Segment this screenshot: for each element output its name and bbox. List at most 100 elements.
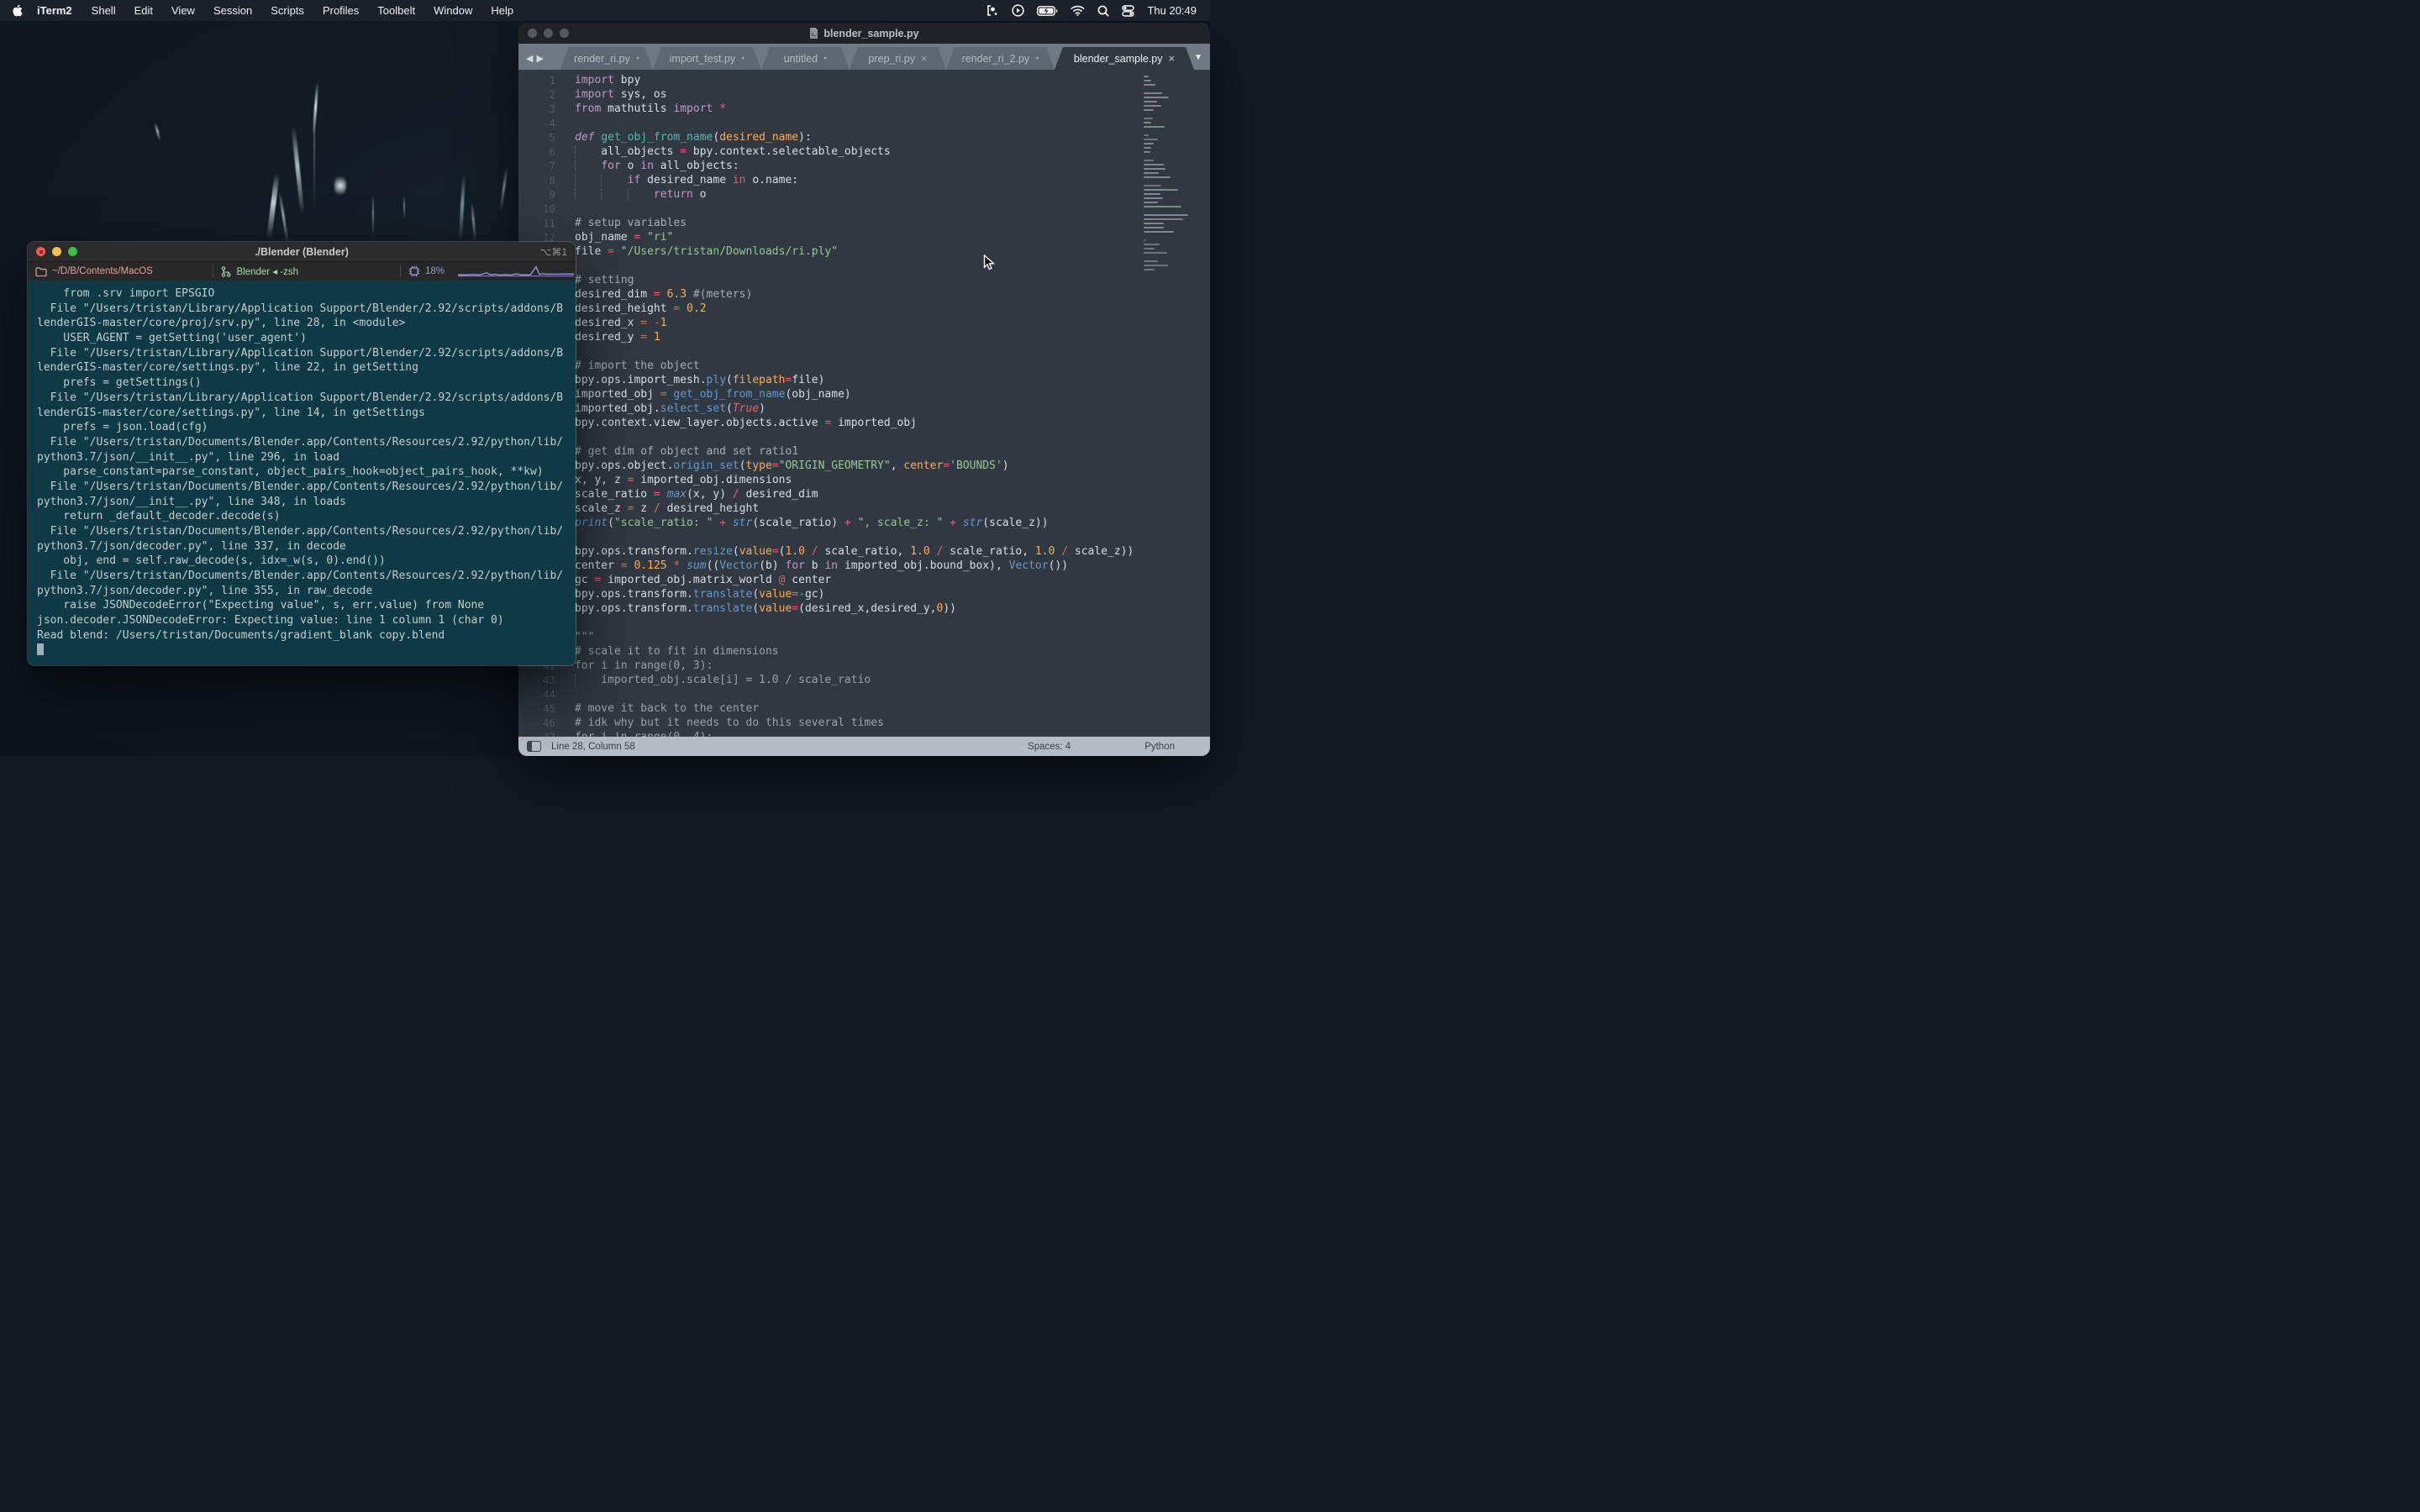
- code-line: 46# idk why but it needs to do this seve…: [518, 716, 1210, 730]
- code-line: 36gc = imported_obj.matrix_world @ cente…: [518, 573, 1210, 587]
- terminal-line: File "/Users/tristan/Documents/Blender.a…: [37, 569, 576, 584]
- tab-untitled[interactable]: untitled●: [761, 47, 850, 70]
- menu-view[interactable]: View: [162, 4, 204, 17]
- menu-shell[interactable]: Shell: [82, 4, 125, 17]
- code-line: 8 if desired_name in o.name:: [518, 173, 1210, 187]
- code-line: 30scale_ratio = max(x, y) / desired_dim: [518, 487, 1210, 501]
- code-line: 6 all_objects = bpy.context.selectable_o…: [518, 144, 1210, 159]
- menu-edit[interactable]: Edit: [125, 4, 162, 17]
- terminal-line: python3.7/json/decoder.py", line 337, in…: [37, 539, 576, 554]
- close-button[interactable]: [528, 29, 537, 38]
- code-line: 25bpy.context.view_layer.objects.active …: [518, 416, 1210, 430]
- menu-session[interactable]: Session: [204, 4, 261, 17]
- tabs: render_ri.py●import_test.py●untitled●pre…: [560, 47, 1194, 70]
- code-editor-surface[interactable]: 1import bpy2import sys, os3from mathutil…: [518, 70, 1210, 737]
- code-line: 40""": [518, 630, 1210, 644]
- terminal-line: prefs = getSettings(): [37, 375, 576, 391]
- wallpaper-streak: [154, 123, 161, 141]
- cursor-position: Line 28, Column 58: [551, 742, 635, 752]
- control-center-icon[interactable]: [1122, 5, 1134, 17]
- wifi-icon[interactable]: [1071, 5, 1085, 16]
- minimize-button[interactable]: [52, 247, 61, 256]
- code-line: 5def get_obj_from_name(desired_name):: [518, 130, 1210, 144]
- code-line: 42for i in range(0, 3):: [518, 659, 1210, 673]
- status-menu-icon[interactable]: [986, 5, 999, 16]
- file-icon: [809, 28, 818, 39]
- minimize-button[interactable]: [544, 29, 553, 38]
- code-line: 12obj_name = "ri": [518, 230, 1210, 244]
- code-line: 19desired_y = 1: [518, 330, 1210, 344]
- terminal-line: python3.7/json/__init__.py", line 296, i…: [37, 450, 576, 465]
- sidebar-toggle-icon[interactable]: [527, 741, 541, 752]
- terminal-line: File "/Users/tristan/Library/Application…: [37, 346, 576, 361]
- indentation-setting[interactable]: Spaces: 4: [1028, 742, 1071, 752]
- tab-close-icon[interactable]: ×: [921, 53, 928, 64]
- terminal-cursor: [37, 643, 44, 655]
- terminal-line: File "/Users/tristan/Library/Application…: [37, 302, 576, 317]
- tab-modified-dot[interactable]: ●: [741, 55, 744, 61]
- tab-import_test.py[interactable]: import_test.py●: [653, 47, 761, 70]
- working-directory[interactable]: ~/D/B/Contents/MacOS: [28, 266, 213, 276]
- terminal-prompt-row: [37, 643, 576, 659]
- battery-icon[interactable]: [1037, 6, 1058, 16]
- minimap[interactable]: [1144, 76, 1206, 273]
- code-line: 2import sys, os: [518, 87, 1210, 102]
- tab-modified-dot[interactable]: ●: [1035, 55, 1039, 61]
- editor-title-bar[interactable]: blender_sample.py: [518, 23, 1210, 44]
- spotlight-search-icon[interactable]: [1097, 5, 1109, 17]
- cpu-usage-indicator[interactable]: 18%: [401, 265, 576, 278]
- code-line: 29x, y, z = imported_obj.dimensions: [518, 473, 1210, 487]
- menu-window[interactable]: Window: [424, 4, 481, 17]
- terminal-output[interactable]: from .srv import EPSGIO File "/Users/tri…: [28, 281, 576, 665]
- terminal-line: lenderGIS-master/core/settings.py", line…: [37, 406, 576, 421]
- terminal-line: return _default_decoder.decode(s): [37, 509, 576, 524]
- menu-help[interactable]: Help: [481, 4, 523, 17]
- code-line: 22bpy.ops.import_mesh.ply(filepath=file): [518, 373, 1210, 387]
- tab-modified-dot[interactable]: ●: [823, 55, 827, 61]
- code-line: 20: [518, 344, 1210, 359]
- terminal-title-bar[interactable]: ./Blender (Blender) ⌥⌘1: [28, 242, 576, 261]
- code-line: 45# move it back to the center: [518, 701, 1210, 716]
- tab-close-icon[interactable]: ×: [1169, 53, 1176, 64]
- tab-blender_sample.py[interactable]: blender_sample.py×: [1055, 47, 1194, 70]
- close-button[interactable]: [36, 247, 45, 256]
- editor-window-title: blender_sample.py: [518, 28, 1210, 39]
- play-status-icon[interactable]: [1012, 4, 1024, 17]
- code-line: 28bpy.ops.object.origin_set(type="ORIGIN…: [518, 459, 1210, 473]
- wallpaper-streak: [403, 195, 405, 220]
- menu-clock[interactable]: Thu 20:49: [1147, 4, 1197, 17]
- terminal-line: Read blend: /Users/tristan/Documents/gra…: [37, 628, 576, 643]
- code-line: 24imported_obj.select_set(True): [518, 402, 1210, 416]
- code-line: 13file = "/Users/tristan/Downloads/ri.pl…: [518, 244, 1210, 259]
- terminal-lines: from .srv import EPSGIO File "/Users/tri…: [37, 286, 576, 643]
- code-line: 9 return o: [518, 187, 1210, 202]
- tab-overflow-icon[interactable]: ▼: [1194, 53, 1202, 62]
- menu-iterm2[interactable]: iTerm2: [28, 4, 82, 17]
- code-line: 7 for o in all_objects:: [518, 159, 1210, 173]
- menu-profiles[interactable]: Profiles: [313, 4, 368, 17]
- session-job-info[interactable]: Blender ◂ -zsh: [213, 265, 399, 277]
- language-mode[interactable]: Python: [1144, 742, 1175, 752]
- wallpaper-streak: [499, 166, 508, 212]
- code-line: 47for i in range(0, 4):: [518, 730, 1210, 737]
- code-line: 23imported_obj = get_obj_from_name(obj_n…: [518, 387, 1210, 402]
- tab-modified-dot[interactable]: ●: [636, 55, 639, 61]
- tab-render_ri.py[interactable]: render_ri.py●: [560, 47, 653, 70]
- terminal-line: raise JSONDecodeError("Expecting value",…: [37, 598, 576, 613]
- menu-toolbelt[interactable]: Toolbelt: [368, 4, 424, 17]
- tab-scroll-arrows[interactable]: ◀▶: [526, 53, 547, 64]
- apple-menu-icon[interactable]: [12, 4, 23, 17]
- menu-scripts[interactable]: Scripts: [261, 4, 313, 17]
- editor-status-bar: Line 28, Column 58 Spaces: 4 Python: [518, 737, 1210, 756]
- wallpaper-streak: [313, 92, 315, 210]
- terminal-line: File "/Users/tristan/Documents/Blender.a…: [37, 524, 576, 539]
- code-line: 17desired_height = 0.2: [518, 302, 1210, 316]
- terminal-line: File "/Users/tristan/Library/Application…: [37, 391, 576, 406]
- wallpaper-streak: [459, 175, 466, 240]
- zoom-button[interactable]: [560, 29, 569, 38]
- code-line: 10: [518, 202, 1210, 216]
- zoom-button[interactable]: [68, 247, 77, 256]
- code-line: 43 imported_obj.scale[i] = 1.0 / scale_r…: [518, 673, 1210, 687]
- tab-render_ri_2.py[interactable]: render_ri_2.py●: [946, 47, 1055, 70]
- tab-prep_ri.py[interactable]: prep_ri.py×: [850, 47, 946, 70]
